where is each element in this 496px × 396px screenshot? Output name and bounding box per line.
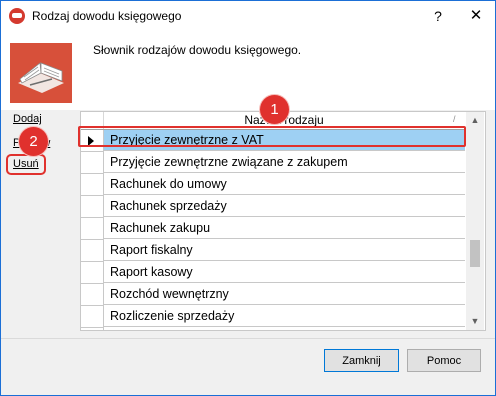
table-row[interactable]: Rozliczenie sprzedaży <box>81 306 465 328</box>
table-row[interactable]: Rachunek do umowy <box>81 174 465 196</box>
row-name-cell[interactable]: Rachunek sprzedaży <box>104 196 465 217</box>
dialog-window: Rodzaj dowodu księgowego ? ✕ Słownik rod… <box>0 0 496 396</box>
help-icon[interactable]: ? <box>421 1 455 31</box>
row-name-cell[interactable]: Rozchód wewnętrzny <box>104 284 465 305</box>
table-row[interactable]: Rachunek sprzedaży <box>81 196 465 218</box>
table-row[interactable]: Raport kasowy <box>81 262 465 284</box>
row-indicator[interactable] <box>81 152 104 174</box>
callout-badge-2: 2 <box>19 127 48 156</box>
row-indicator[interactable] <box>81 262 104 284</box>
row-name-cell[interactable]: Przyjęcie zewnętrzne związane z zakupem <box>104 152 465 173</box>
row-indicator[interactable] <box>81 240 104 262</box>
add-link[interactable]: Dodaj <box>13 113 42 125</box>
header-panel: Słownik rodzajów dowodu księgowego. <box>1 31 495 110</box>
table-row[interactable]: Raport fiskalny <box>81 240 465 262</box>
help-button[interactable]: Pomoc <box>407 349 481 372</box>
ledger-book-icon <box>10 43 72 103</box>
row-name-cell[interactable]: Raport kasowy <box>104 262 465 283</box>
row-name-cell[interactable]: Rachunek do umowy <box>104 174 465 195</box>
scroll-down-icon[interactable]: ▼ <box>466 313 484 330</box>
table-row[interactable]: Rachunek zakupu <box>81 218 465 240</box>
app-logo-icon <box>9 8 25 24</box>
row-indicator[interactable] <box>81 196 104 218</box>
sort-icon: / <box>453 114 456 124</box>
row-indicator[interactable] <box>81 284 104 306</box>
row-name-cell[interactable]: Raport fiskalny <box>104 240 465 261</box>
row-indicator[interactable] <box>81 174 104 196</box>
vertical-scrollbar[interactable]: ▲ ▼ <box>466 112 484 330</box>
highlight-delete-link <box>6 154 46 175</box>
grid-rows: Przyjęcie zewnętrzne z VAT Przyjęcie zewn… <box>81 130 465 330</box>
row-indicator[interactable] <box>81 328 104 330</box>
table-row[interactable]: Rozchód wewnętrzny <box>81 284 465 306</box>
scroll-thumb[interactable] <box>470 240 480 267</box>
close-icon[interactable]: ✕ <box>457 1 495 31</box>
callout-badge-1: 1 <box>260 95 289 124</box>
row-indicator[interactable] <box>81 218 104 240</box>
dictionary-description: Słownik rodzajów dowodu księgowego. <box>93 43 302 57</box>
row-indicator[interactable] <box>81 306 104 328</box>
title-bar[interactable]: Rodzaj dowodu księgowego ? ✕ <box>1 1 495 31</box>
row-name-cell[interactable]: Rozliczenie sprzedaży <box>104 306 465 327</box>
table-row[interactable]: Przyjęcie zewnętrzne związane z zakupem <box>81 152 465 174</box>
footer-divider <box>1 338 495 339</box>
row-name-cell[interactable]: Rozliczenie zakupu <box>104 328 465 330</box>
table-row[interactable]: Rozliczenie zakupu <box>81 328 465 330</box>
row-name-cell[interactable]: Rachunek zakupu <box>104 218 465 239</box>
scroll-up-icon[interactable]: ▲ <box>466 112 484 129</box>
highlight-selected-row <box>78 126 466 147</box>
close-button[interactable]: Zamknij <box>324 349 399 372</box>
window-title: Rodzaj dowodu księgowego <box>32 9 182 23</box>
